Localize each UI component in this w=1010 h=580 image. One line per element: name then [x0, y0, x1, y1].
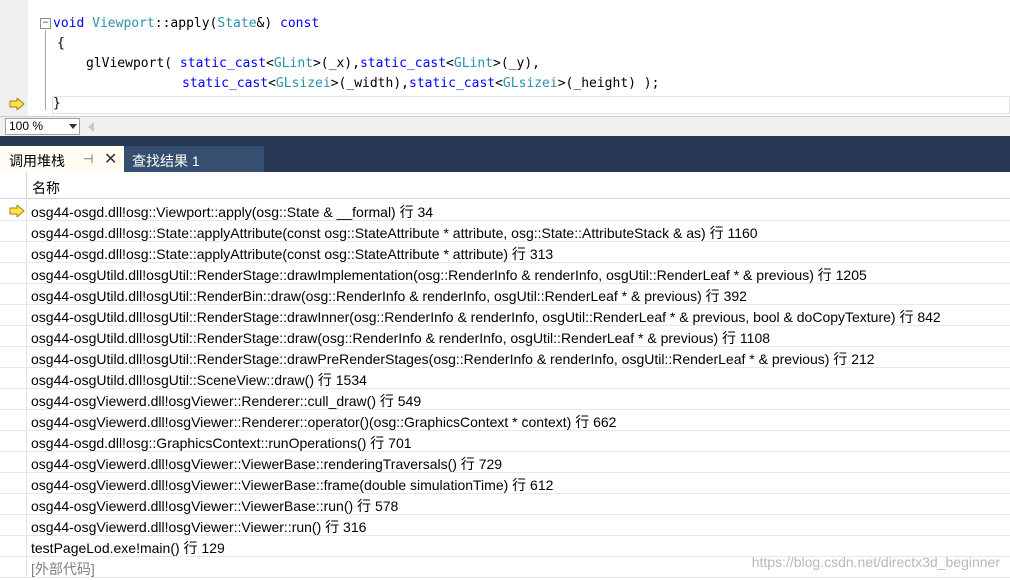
stack-frame-name: osg44-osgUtild.dll!osgUtil::RenderStage:… [31, 309, 941, 325]
row-indicator [0, 305, 27, 326]
table-row[interactable]: osg44-osgUtild.dll!osgUtil::RenderStage:… [0, 305, 1010, 326]
code-editor[interactable]: − void Viewport::apply(State&) const { g… [0, 0, 1010, 116]
close-icon[interactable]: ✕ [104, 149, 117, 169]
stack-frame-name: osg44-osgViewerd.dll!osgViewer::ViewerBa… [31, 498, 399, 514]
table-row[interactable]: osg44-osgd.dll!osg::GraphicsContext::run… [0, 431, 1010, 452]
outline-guide [45, 30, 46, 110]
table-row[interactable]: osg44-osgUtild.dll!osgUtil::RenderStage:… [0, 347, 1010, 368]
row-indicator [0, 326, 27, 347]
stack-frame-name: osg44-osgd.dll!osg::Viewport::apply(osg:… [31, 204, 434, 220]
editor-status-bar: 100 % [0, 116, 1010, 137]
row-indicator [0, 389, 27, 410]
current-statement-arrow-icon [9, 98, 25, 110]
collapse-outline-icon[interactable]: − [40, 18, 51, 29]
stack-frame-name: osg44-osgUtild.dll!osgUtil::SceneView::d… [31, 372, 367, 388]
grid-header: 名称 [0, 172, 1010, 199]
row-indicator [0, 284, 27, 305]
column-header-name[interactable]: 名称 [32, 178, 60, 198]
zoom-dropdown[interactable]: 100 % [5, 118, 80, 135]
row-indicator [0, 494, 27, 515]
stack-frame-name: testPageLod.exe!main() 行 129 [31, 540, 225, 556]
table-row[interactable]: osg44-osgUtild.dll!osgUtil::RenderStage:… [0, 326, 1010, 347]
row-indicator [0, 557, 27, 578]
grid-rows: osg44-osgd.dll!osg::Viewport::apply(osg:… [0, 200, 1010, 578]
table-row[interactable]: osg44-osgd.dll!osg::State::applyAttribut… [0, 242, 1010, 263]
table-row[interactable]: osg44-osgd.dll!osg::State::applyAttribut… [0, 221, 1010, 242]
table-row[interactable]: osg44-osgViewerd.dll!osgViewer::Renderer… [0, 410, 1010, 431]
tab-find-results[interactable]: 查找结果 1 [124, 146, 264, 172]
stack-frame-name: [外部代码] [31, 561, 95, 577]
row-indicator [0, 515, 27, 536]
stack-frame-name: osg44-osgd.dll!osg::GraphicsContext::run… [31, 435, 412, 451]
row-indicator [0, 536, 27, 557]
tab-call-stack-label: 调用堆栈 [9, 153, 65, 169]
pin-icon[interactable]: ⊣ [83, 152, 93, 166]
row-indicator [0, 452, 27, 473]
tool-window-tabstrip: 调用堆栈 ⊣ ✕ 查找结果 1 [0, 136, 1010, 172]
code-line-5: } [53, 96, 61, 111]
stack-frame-name: osg44-osgd.dll!osg::State::applyAttribut… [31, 246, 554, 262]
row-indicator [0, 347, 27, 368]
current-line-highlight [52, 96, 1010, 114]
stack-frame-name: osg44-osgUtild.dll!osgUtil::RenderStage:… [31, 351, 875, 367]
stack-frame-name: osg44-osgViewerd.dll!osgViewer::Viewer::… [31, 519, 367, 535]
row-indicator [0, 221, 27, 242]
watermark: https://blog.csdn.net/directx3d_beginner [751, 554, 1000, 570]
table-row[interactable]: osg44-osgUtild.dll!osgUtil::RenderBin::d… [0, 284, 1010, 305]
table-row[interactable]: osg44-osgViewerd.dll!osgViewer::Renderer… [0, 389, 1010, 410]
table-row[interactable]: osg44-osgd.dll!osg::Viewport::apply(osg:… [0, 200, 1010, 221]
code-line-3: glViewport( static_cast<GLint>(_x),stati… [86, 56, 540, 71]
table-row[interactable]: osg44-osgUtild.dll!osgUtil::SceneView::d… [0, 368, 1010, 389]
stack-frame-name: osg44-osgd.dll!osg::State::applyAttribut… [31, 225, 758, 241]
zoom-value: 100 % [9, 119, 44, 133]
row-indicator [0, 473, 27, 494]
stack-frame-name: osg44-osgUtild.dll!osgUtil::RenderStage:… [31, 330, 771, 346]
table-row[interactable]: osg44-osgViewerd.dll!osgViewer::ViewerBa… [0, 473, 1010, 494]
row-indicator [0, 431, 27, 452]
stack-frame-name: osg44-osgViewerd.dll!osgViewer::ViewerBa… [31, 477, 554, 493]
stack-frame-name: osg44-osgViewerd.dll!osgViewer::ViewerBa… [31, 456, 503, 472]
table-row[interactable]: osg44-osgUtild.dll!osgUtil::RenderStage:… [0, 263, 1010, 284]
code-line-1: void Viewport::apply(State&) const [53, 16, 320, 31]
row-indicator [0, 263, 27, 284]
stack-frame-name: osg44-osgViewerd.dll!osgViewer::Renderer… [31, 414, 617, 430]
call-stack-grid[interactable]: 名称 osg44-osgd.dll!osg::Viewport::apply(o… [0, 172, 1010, 580]
chevron-down-icon[interactable] [69, 124, 77, 129]
code-line-4: static_cast<GLsizei>(_width),static_cast… [182, 76, 660, 91]
table-row[interactable]: osg44-osgViewerd.dll!osgViewer::ViewerBa… [0, 452, 1010, 473]
stack-frame-name: osg44-osgViewerd.dll!osgViewer::Renderer… [31, 393, 422, 409]
stack-frame-name: osg44-osgUtild.dll!osgUtil::RenderStage:… [31, 267, 867, 283]
tab-call-stack[interactable]: 调用堆栈 ⊣ ✕ [0, 146, 124, 172]
stack-frame-name: osg44-osgUtild.dll!osgUtil::RenderBin::d… [31, 288, 747, 304]
grid-corner [0, 172, 27, 199]
row-indicator [0, 368, 27, 389]
code-line-2: { [57, 36, 65, 51]
row-indicator [0, 242, 27, 263]
table-row[interactable]: osg44-osgViewerd.dll!osgViewer::ViewerBa… [0, 494, 1010, 515]
table-row[interactable]: osg44-osgViewerd.dll!osgViewer::Viewer::… [0, 515, 1010, 536]
tab-find-results-label: 查找结果 1 [132, 153, 200, 169]
row-indicator [0, 410, 27, 431]
scroll-left-icon[interactable] [88, 122, 94, 132]
current-frame-arrow-icon [9, 205, 25, 217]
